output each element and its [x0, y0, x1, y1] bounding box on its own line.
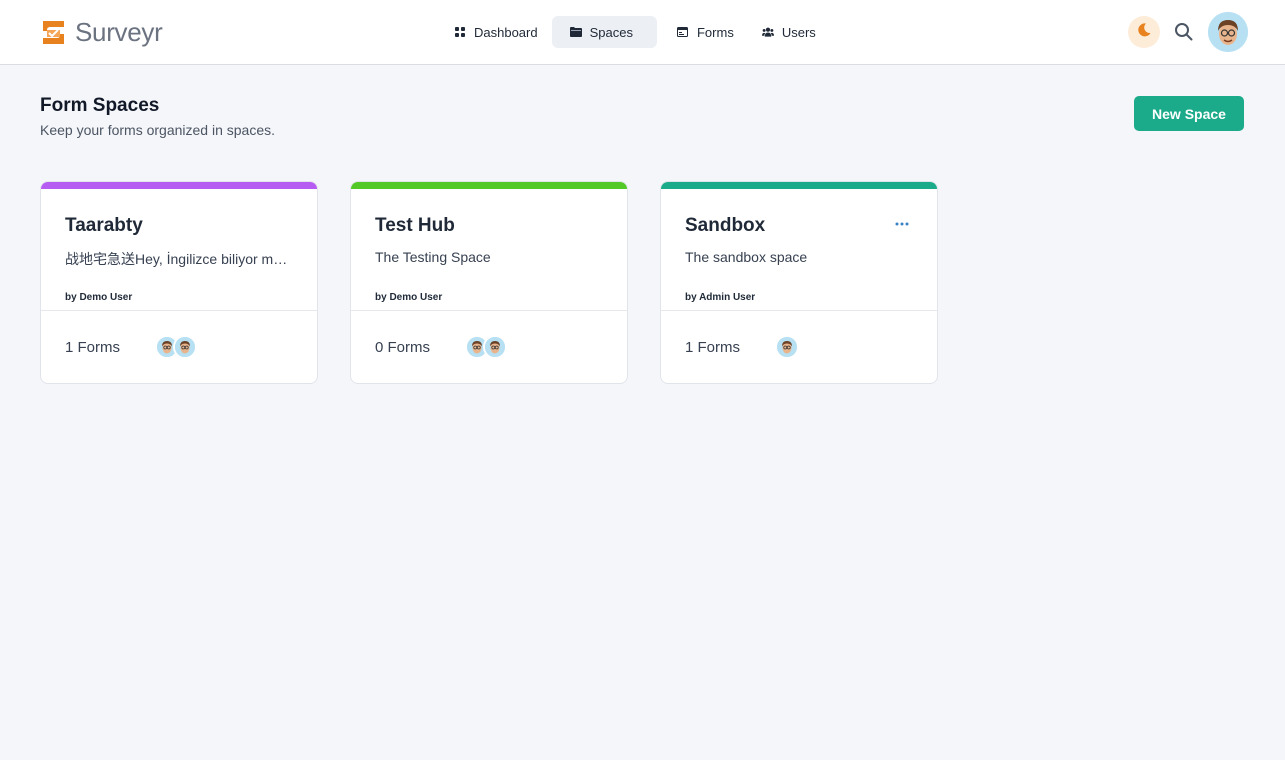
grid-icon: [454, 26, 466, 38]
users-icon: [761, 26, 774, 38]
member-avatars: [775, 335, 799, 359]
card-menu-button[interactable]: [895, 214, 909, 226]
card-divider: [41, 310, 317, 311]
app-name: Surveyr: [75, 17, 163, 47]
user-avatar[interactable]: [1208, 12, 1248, 52]
member-avatars: [155, 335, 197, 359]
search-icon: [1173, 23, 1195, 47]
space-description: The Testing Space: [375, 249, 491, 265]
page-title: Form Spaces: [40, 95, 160, 116]
nav-spaces-label: Spaces: [589, 24, 633, 40]
forms-count: 1 Forms: [685, 339, 741, 356]
forms-count: 0 Forms: [375, 339, 431, 356]
space-card[interactable]: Sandbox The sandbox space by Admin User …: [660, 181, 938, 384]
space-description: 战地宅急送Hey, İngilizce biliyor musun?: [65, 251, 295, 267]
space-title: Taarabty: [65, 215, 143, 236]
nav-forms[interactable]: Forms: [663, 16, 748, 48]
logo-icon: [40, 19, 67, 46]
space-owner: by Admin User: [685, 292, 756, 303]
card-divider: [351, 310, 627, 311]
nav-dashboard[interactable]: Dashboard: [440, 16, 552, 48]
member-avatar: [483, 335, 507, 359]
theme-toggle-button[interactable]: [1128, 16, 1160, 48]
space-owner: by Demo User: [375, 292, 443, 303]
forms-count: 1 Forms: [65, 339, 121, 356]
new-space-button[interactable]: New Space: [1134, 96, 1244, 131]
space-title: Sandbox: [685, 215, 766, 236]
member-avatar: [775, 335, 799, 359]
card-color-bar: [661, 182, 937, 189]
more-dots-icon: [895, 214, 909, 231]
nav-forms-label: Forms: [696, 24, 734, 40]
app-logo[interactable]: Surveyr: [40, 17, 163, 47]
nav-users[interactable]: Users: [748, 16, 830, 48]
member-avatar: [173, 335, 197, 359]
main-nav: Dashboard Spaces Forms Users: [440, 16, 830, 48]
space-card[interactable]: Taarabty 战地宅急送Hey, İngilizce biliyor mus…: [40, 181, 318, 384]
nav-spaces[interactable]: Spaces: [551, 16, 657, 48]
member-avatars: [465, 335, 507, 359]
nav-users-label: Users: [781, 24, 816, 40]
moon-icon: [1136, 22, 1152, 43]
space-owner: by Demo User: [65, 292, 133, 303]
form-icon: [677, 26, 689, 38]
search-button[interactable]: [1173, 21, 1195, 43]
top-navbar: Surveyr Dashboard Spaces Forms Users: [0, 0, 1285, 65]
space-title: Test Hub: [375, 215, 455, 236]
card-divider: [661, 310, 937, 311]
page-subtitle: Keep your forms organized in spaces.: [40, 122, 276, 138]
space-card[interactable]: Test Hub The Testing Space by Demo User …: [350, 181, 628, 384]
folder-icon: [569, 26, 582, 38]
card-color-bar: [351, 182, 627, 189]
space-description: The sandbox space: [685, 249, 808, 265]
nav-dashboard-label: Dashboard: [474, 24, 538, 40]
card-color-bar: [41, 182, 317, 189]
